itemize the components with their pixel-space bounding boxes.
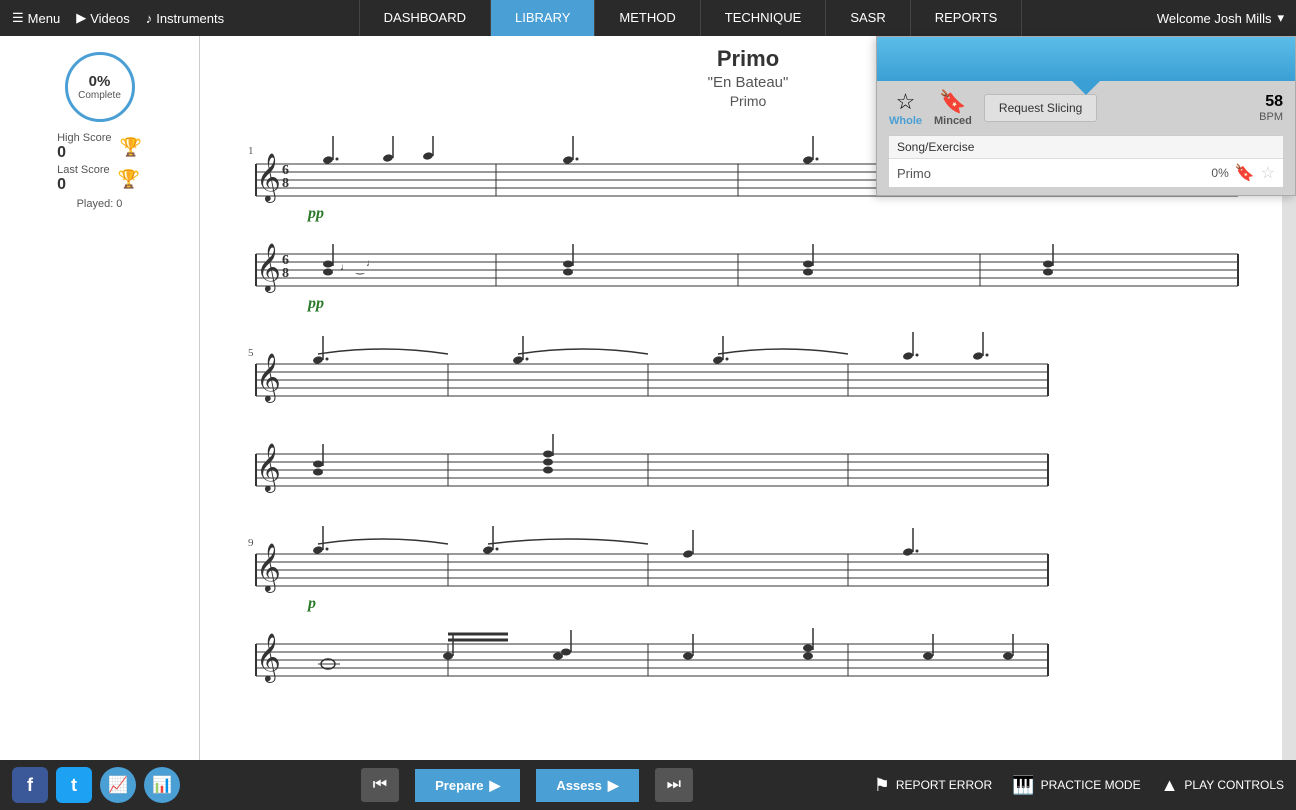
prepare-label: Prepare: [435, 778, 483, 793]
played-label: Played: 0: [57, 198, 142, 210]
last-score-trophy-icon: 🏆: [118, 169, 140, 190]
svg-text:p: p: [306, 595, 316, 612]
primo-right: 0% 🔖 ☆: [1211, 163, 1275, 183]
report-error-icon: ⚑: [874, 775, 890, 796]
practice-mode-button[interactable]: 🎹 PRACTICE MODE: [1012, 775, 1140, 796]
minced-label: Minced: [934, 115, 972, 127]
minced-button[interactable]: 🔖 Minced: [934, 89, 972, 127]
svg-text:♩: ♩: [340, 262, 350, 273]
score-circle: 0% Complete: [65, 52, 135, 122]
complete-label: Complete: [78, 90, 121, 101]
tab-technique[interactable]: TECHNIQUE: [701, 0, 827, 36]
assess-button[interactable]: Assess ▶: [536, 769, 638, 802]
svg-text:9: 9: [248, 537, 254, 549]
score-info: High Score 0 🏆 Last Score 0 🏆 Played: 0: [57, 130, 142, 210]
panel-triangle-icon: [1072, 81, 1100, 95]
song-exercise-row: Song/Exercise: [889, 135, 1283, 158]
instruments-button[interactable]: ♪ Instruments: [146, 11, 224, 26]
menu-label: Menu: [28, 11, 61, 26]
tab-method[interactable]: METHOD: [595, 0, 700, 36]
hamburger-icon: ☰: [12, 10, 24, 26]
svg-text:‿: ‿: [355, 264, 365, 275]
user-chevron-icon[interactable]: ▾: [1277, 10, 1284, 26]
bpm-value: 58: [1265, 93, 1283, 111]
report-error-label: REPORT ERROR: [896, 778, 992, 792]
facebook-icon: f: [27, 775, 33, 796]
prepare-play-icon: ▶: [490, 777, 501, 794]
graph-button[interactable]: 📈: [100, 767, 136, 803]
primo-percent: 0%: [1211, 166, 1228, 180]
twitter-icon: t: [71, 775, 77, 796]
panel-body: ☆ Whole 🔖 Minced Request Slicing 58 BPM …: [877, 81, 1295, 195]
report-error-button[interactable]: ⚑ REPORT ERROR: [874, 775, 992, 796]
primo-row: Primo 0% 🔖 ☆: [889, 158, 1283, 187]
facebook-button[interactable]: f: [12, 767, 48, 803]
videos-label: Videos: [90, 11, 130, 26]
song-exercise-label: Song/Exercise: [897, 140, 974, 154]
nav-left: ☰ Menu ▶ Videos ♪ Instruments: [0, 10, 236, 26]
primo-bookmark-icon: 🔖: [1235, 163, 1255, 183]
last-score-value: 0: [57, 176, 110, 194]
user-label: Welcome Josh Mills: [1157, 11, 1272, 26]
assess-play-icon: ▶: [608, 777, 619, 794]
nav-right: Welcome Josh Mills ▾: [1145, 10, 1296, 26]
whole-button[interactable]: ☆ Whole: [889, 89, 922, 127]
last-score-label: Last Score: [57, 164, 110, 176]
videos-button[interactable]: ▶ Videos: [76, 10, 130, 26]
score-percent: 0%: [89, 73, 111, 90]
svg-text:pp: pp: [306, 295, 324, 312]
left-panel: 0% Complete High Score 0 🏆 Last Score 0 …: [0, 36, 200, 760]
high-score-row: High Score 0 🏆: [57, 132, 142, 162]
bottom-right: ⚑ REPORT ERROR 🎹 PRACTICE MODE ▲ PLAY CO…: [874, 775, 1284, 796]
practice-mode-icon: 🎹: [1012, 775, 1034, 796]
primo-label: Primo: [897, 166, 931, 181]
svg-text:♩: ♩: [366, 258, 376, 269]
play-controls-button[interactable]: ▲ PLAY CONTROLS: [1161, 775, 1284, 796]
twitter-button[interactable]: t: [56, 767, 92, 803]
tab-dashboard[interactable]: DASHBOARD: [359, 0, 491, 36]
svg-text:8: 8: [282, 176, 289, 191]
minced-bookmark-icon: 🔖: [939, 89, 966, 115]
prepare-button[interactable]: Prepare ▶: [415, 769, 520, 802]
practice-mode-label: PRACTICE MODE: [1041, 778, 1141, 792]
graph-icon: 📈: [108, 775, 128, 795]
tab-sasr[interactable]: SASR: [826, 0, 910, 36]
menu-button[interactable]: ☰ Menu: [12, 10, 60, 26]
whole-label: Whole: [889, 115, 922, 127]
tab-library[interactable]: LIBRARY: [491, 0, 595, 36]
panel-header: [877, 37, 1295, 81]
content-area: 0% Complete High Score 0 🏆 Last Score 0 …: [0, 36, 1296, 760]
bottom-bar: f t 📈 📊 ⏮ Prepare ▶ Assess ▶ ⏭ ⚑ REPORT …: [0, 760, 1296, 810]
svg-text:5: 5: [248, 347, 254, 359]
skip-fwd-button[interactable]: ⏭: [655, 768, 693, 802]
request-slicing-button[interactable]: Request Slicing: [984, 94, 1097, 122]
chart-icon: 📊: [152, 775, 172, 795]
play-controls-label: PLAY CONTROLS: [1184, 778, 1284, 792]
nav-tabs: DASHBOARD LIBRARY METHOD TECHNIQUE SASR …: [236, 0, 1145, 36]
tab-reports[interactable]: REPORTS: [911, 0, 1023, 36]
bpm-label: BPM: [1259, 111, 1283, 123]
high-score-trophy-icon: 🏆: [120, 137, 142, 158]
bottom-center: ⏮ Prepare ▶ Assess ▶ ⏭: [361, 768, 693, 802]
high-score-label: High Score: [57, 132, 111, 144]
svg-text:1: 1: [248, 145, 254, 157]
top-navigation: ☰ Menu ▶ Videos ♪ Instruments DASHBOARD …: [0, 0, 1296, 36]
panel-overlay: ☆ Whole 🔖 Minced Request Slicing 58 BPM …: [876, 36, 1296, 196]
play-icon: ▶: [76, 10, 86, 26]
high-score-value: 0: [57, 144, 111, 162]
svg-text:8: 8: [282, 266, 289, 281]
last-score-row: Last Score 0 🏆: [57, 164, 142, 194]
play-controls-icon: ▲: [1161, 775, 1179, 796]
assess-label: Assess: [556, 778, 602, 793]
instruments-label: Instruments: [156, 11, 224, 26]
chart-button[interactable]: 📊: [144, 767, 180, 803]
skip-back-button[interactable]: ⏮: [361, 768, 399, 802]
svg-text:pp: pp: [306, 205, 324, 222]
sheet-music: 1 𝄞 6 8: [230, 136, 1266, 760]
bottom-left: f t 📈 📊: [12, 767, 180, 803]
music-icon: ♪: [146, 11, 153, 26]
primo-star-icon[interactable]: ☆: [1261, 163, 1275, 183]
whole-star-icon: ☆: [896, 89, 916, 115]
